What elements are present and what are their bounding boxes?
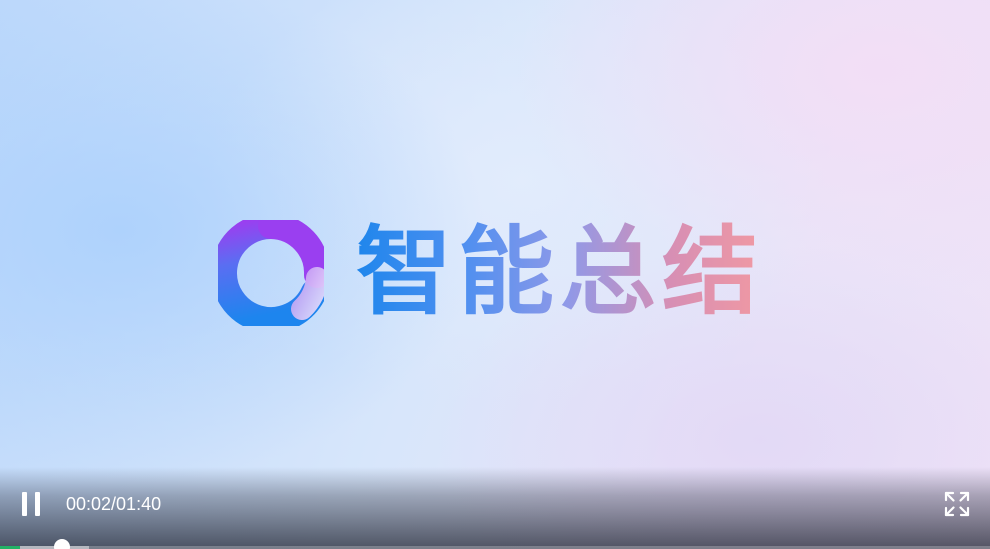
pause-button[interactable] [16,489,46,519]
pause-icon-bar [35,492,40,516]
fullscreen-button[interactable] [942,489,972,519]
control-bar: 00:02/01:40 [0,467,990,549]
progress-thumb[interactable] [53,539,70,549]
time-display: 00:02/01:40 [66,494,162,514]
pause-icon [22,492,27,516]
fullscreen-icon [944,491,970,517]
video-title-text: 智能总结 [356,214,776,330]
ring-logo-icon [218,220,324,326]
video-player[interactable]: 智能总结 00:02/01:40 [0,0,990,549]
